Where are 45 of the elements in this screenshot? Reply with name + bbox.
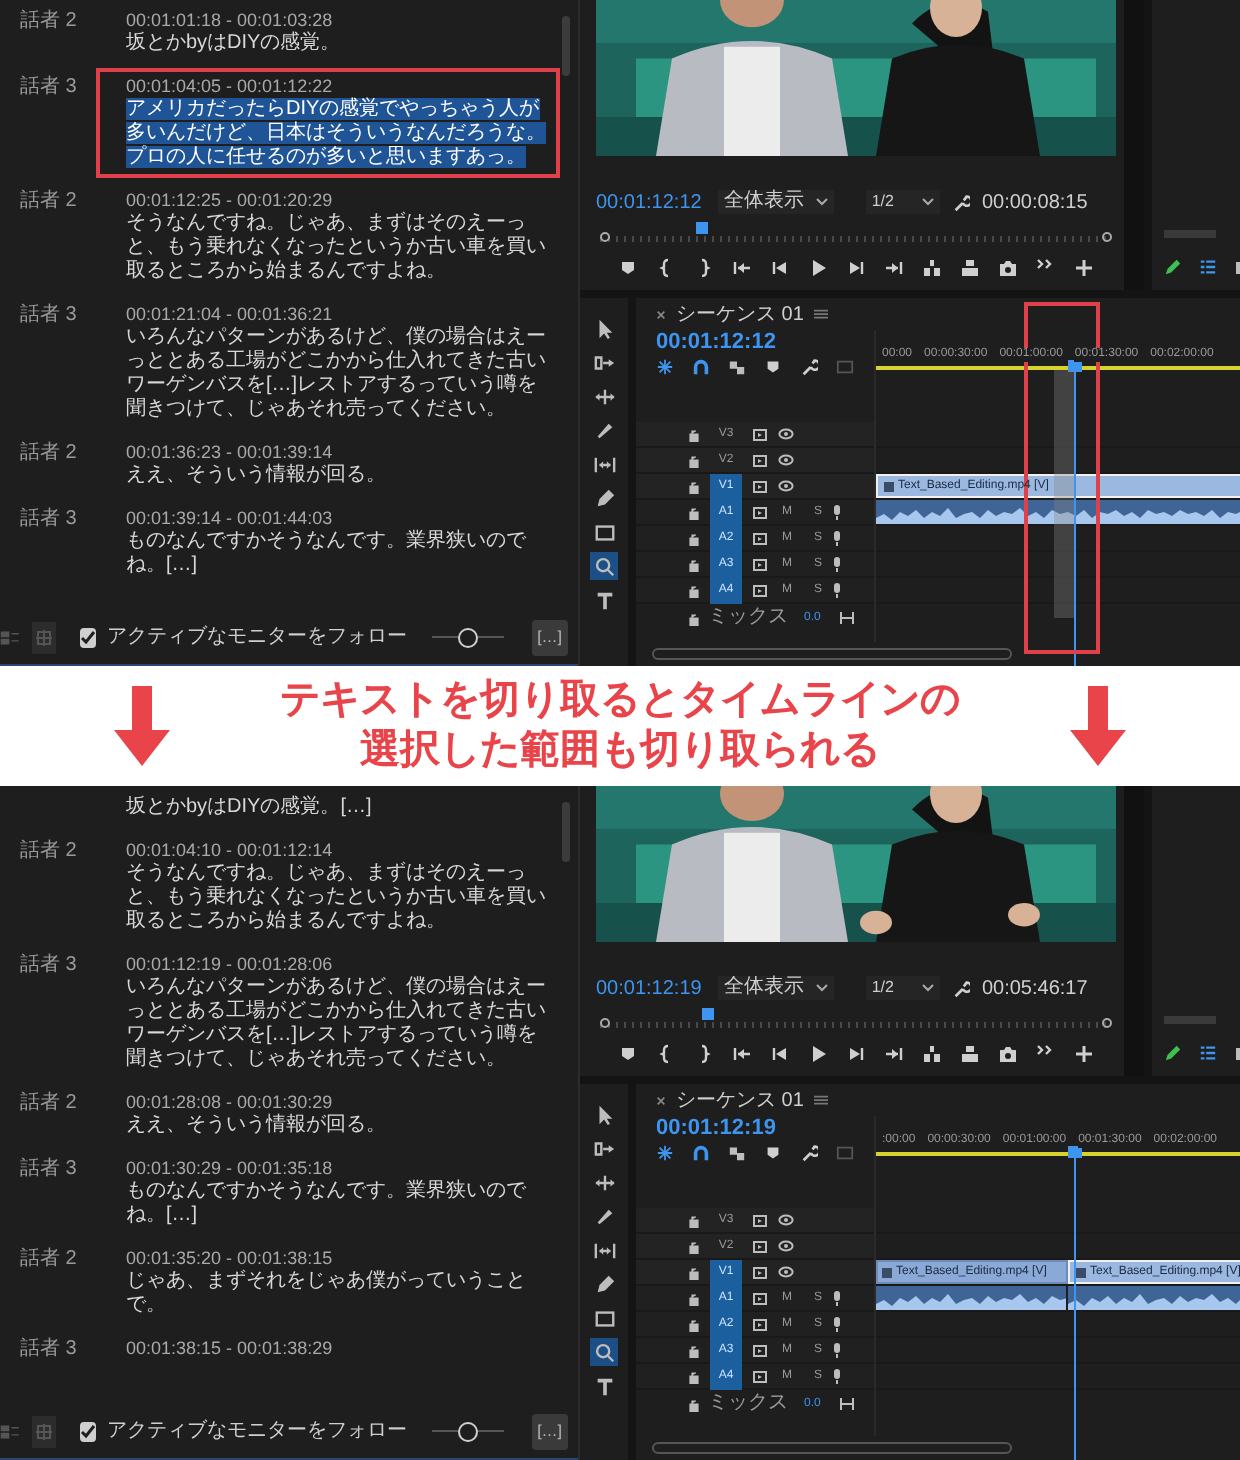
more-button[interactable]: […] bbox=[531, 1413, 569, 1449]
speaker-label: 話者 3 bbox=[18, 1155, 79, 1182]
speaker-label: 話者 3 bbox=[18, 73, 79, 100]
resolution-dropdown[interactable]: 1/2 bbox=[865, 190, 940, 214]
speaker-label: 話者 3 bbox=[18, 301, 79, 328]
fit-dropdown[interactable]: 全体表示 bbox=[717, 190, 834, 214]
transcript-segment[interactable]: 00:01:39:14 - 00:01:44:03 ものなんですかそうなんです。業界狭いのでね。[…] bbox=[96, 500, 560, 586]
fit-dropdown[interactable]: 全体表示 bbox=[717, 976, 834, 1000]
mix-label: ミックス bbox=[708, 1392, 788, 1416]
banner-text: テキストを切り取るとタイムラインの bbox=[280, 676, 960, 726]
transcript-segment[interactable]: 00:01:21:04 - 00:01:36:21 いろんなパターンがあるけど、僕の場合はえーっととある工場がどこかから仕入れてきた古いワーゲンバスを[…]レストアするっていう噂を聞きつけて、じゃあそれ売ってください。 bbox=[96, 296, 560, 430]
transcript-segment[interactable]: 00:01:38:15 - 00:01:38:29 bbox=[96, 1330, 560, 1368]
more-button[interactable]: […] bbox=[531, 619, 569, 655]
speaker-label: 話者 2 bbox=[18, 837, 79, 864]
transcript-segment[interactable]: 00:01:35:20 - 00:01:38:15 じゃあ、まずそれをじゃあ僕がっていうことで。 bbox=[96, 1240, 560, 1326]
sequence-tab[interactable]: シーケンス 01 bbox=[676, 299, 804, 329]
speaker-label: 話者 3 bbox=[18, 1335, 79, 1362]
transcript-segment[interactable]: 00:01:12:25 - 00:01:20:29 そうなんですね。じゃあ、まずはそのえーっと、もう乗れなくなったというか古い車を買い取るところから始まるんですよね。 bbox=[96, 182, 560, 292]
transcript-segment[interactable]: 00:01:04:05 - 00:01:12:22 アメリカだったらDIYの感覚でやっちゃう人が多いんだけど、日本はそういうなんだろうな。プロの人に任せるのが多いと思いますあっ。 bbox=[96, 68, 560, 178]
checkbox-label: アクティブなモニターをフォロー bbox=[107, 623, 408, 652]
transcript-segment[interactable]: 00:01:12:19 - 00:01:28:06 いろんなパターンがあるけど、僕の場合はえーっととある工場がどこかから仕入れてきた古いワーゲンバスを[…]レストアするっていう噂を聞きつけて、じゃあそれ売ってください。 bbox=[96, 946, 560, 1080]
duration: 00:00:08:15 bbox=[981, 189, 1088, 217]
duration: 00:05:46:17 bbox=[981, 975, 1088, 1003]
speaker-label: 話者 2 bbox=[18, 439, 79, 466]
timecode[interactable]: 00:01:12:12 bbox=[596, 187, 702, 217]
timecode[interactable]: 00:01:12:19 bbox=[596, 973, 702, 1003]
checkbox-label: アクティブなモニターをフォロー bbox=[107, 1417, 408, 1446]
transcript-segment[interactable]: 00:01:36:23 - 00:01:39:14 ええ、そういう情報が回る。 bbox=[96, 434, 560, 496]
transcript-segment[interactable]: 00:01:30:29 - 00:01:35:18 ものなんですかそうなんです。業界狭いのでね。[…] bbox=[96, 1150, 560, 1236]
resolution-dropdown[interactable]: 1/2 bbox=[865, 976, 940, 1000]
mix-label: ミックス bbox=[708, 606, 788, 630]
speaker-label: 話者 3 bbox=[18, 951, 79, 978]
speaker-label: 話者 3 bbox=[18, 505, 79, 532]
speaker-label: 話者 2 bbox=[18, 1245, 79, 1272]
speaker-label: 話者 2 bbox=[18, 187, 79, 214]
timecode[interactable]: 00:01:12:12 bbox=[656, 330, 874, 356]
speaker-label: 話者 2 bbox=[18, 1089, 79, 1116]
transcript-segment[interactable]: 00:01:01:18 - 00:01:03:28 坂とかbyはDIYの感覚。 bbox=[96, 2, 560, 64]
speaker-label: 話者 2 bbox=[18, 7, 79, 34]
banner-text: 選択した範囲も切り取られる bbox=[360, 726, 880, 776]
transcript-segment[interactable]: 00:01:04:10 - 00:01:12:14 そうなんですね。じゃあ、まずはそのえーっと、もう乗れなくなったというか古い車を買い取るところから始まるんですよね。 bbox=[96, 832, 560, 942]
transcript-segment[interactable]: 00:01:28:08 - 00:01:30:29 ええ、そういう情報が回る。 bbox=[96, 1084, 560, 1146]
timecode[interactable]: 00:01:12:19 bbox=[656, 1116, 874, 1142]
sequence-tab[interactable]: シーケンス 01 bbox=[676, 1085, 804, 1115]
transcript-segment[interactable]: 坂とかbyはDIYの感覚。[…] bbox=[96, 788, 560, 828]
